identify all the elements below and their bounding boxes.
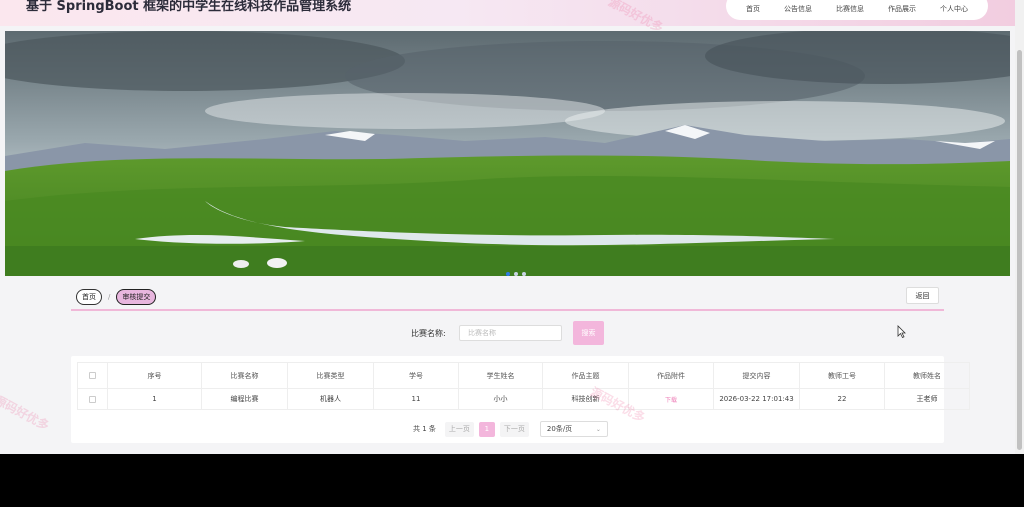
nav-home[interactable]: 首页 <box>746 0 760 14</box>
column-header: 比赛类型 <box>287 362 374 389</box>
next-page-button[interactable]: 下一页 <box>499 421 529 437</box>
chevron-down-icon: ⌄ <box>595 425 601 433</box>
submissions-table: 序号 比赛名称 比赛类型 学号 学生姓名 作品主题 作品附件 提交内容 教师工号… <box>77 362 970 410</box>
banner-carousel[interactable] <box>5 31 1010 276</box>
breadcrumb: 首页 / 审核提交 <box>76 289 157 305</box>
watermark: 源码好优多 <box>0 392 52 434</box>
column-header: 学生姓名 <box>458 362 543 389</box>
carousel-indicators <box>506 272 526 276</box>
nav-works[interactable]: 作品展示 <box>888 0 916 14</box>
header: 基于 SpringBoot 框架的中学生在线科技作品管理系统 首页 公告信息 比… <box>0 0 1015 26</box>
pagination: 共 1 条 上一页 1 下一页 20条/页 ⌄ <box>413 421 608 437</box>
table-cell: 2026-03-22 17:01:43 <box>713 388 800 410</box>
nav-competitions[interactable]: 比赛信息 <box>836 0 864 14</box>
carousel-dot-active[interactable] <box>506 272 510 276</box>
screen-bottom-area <box>0 454 1024 507</box>
search-input[interactable] <box>459 325 562 341</box>
page: 基于 SpringBoot 框架的中学生在线科技作品管理系统 首页 公告信息 比… <box>0 0 1015 454</box>
table-cell: 王老师 <box>884 388 970 410</box>
column-header: 学号 <box>373 362 459 389</box>
search-button[interactable]: 搜索 <box>573 321 604 345</box>
table-header-row: 序号 比赛名称 比赛类型 学号 学生姓名 作品主题 作品附件 提交内容 教师工号… <box>77 362 970 389</box>
column-header: 序号 <box>107 362 202 389</box>
nav-announcements[interactable]: 公告信息 <box>784 0 812 14</box>
page-size-select[interactable]: 20条/页 ⌄ <box>539 421 608 437</box>
column-header: 教师姓名 <box>884 362 970 389</box>
select-all-cell[interactable] <box>77 362 108 389</box>
back-button[interactable]: 返回 <box>906 287 939 304</box>
carousel-dot[interactable] <box>522 272 526 276</box>
mouse-cursor-icon <box>897 325 906 338</box>
scrollbar-thumb[interactable] <box>1017 50 1022 450</box>
breadcrumb-home[interactable]: 首页 <box>76 289 102 305</box>
breadcrumb-separator: / <box>108 293 111 301</box>
column-header: 教师工号 <box>799 362 885 389</box>
pagination-total: 共 1 条 <box>413 425 436 433</box>
page-size-value: 20条/页 <box>546 425 573 433</box>
divider <box>71 309 944 311</box>
breadcrumb-current: 审核提交 <box>116 289 157 305</box>
banner-landscape-image <box>5 31 1010 276</box>
nav-profile[interactable]: 个人中心 <box>940 0 968 14</box>
table-row: 1 编程比赛 机器人 11 小小 科技创新 下载 2026-03-22 17:0… <box>77 388 970 410</box>
site-title: 基于 SpringBoot 框架的中学生在线科技作品管理系统 <box>26 0 352 14</box>
table-cell: 小小 <box>458 388 543 410</box>
carousel-dot[interactable] <box>514 272 518 276</box>
download-link[interactable]: 下载 <box>665 397 677 404</box>
prev-page-button[interactable]: 上一页 <box>444 421 474 437</box>
column-header: 作品主题 <box>542 362 629 389</box>
row-checkbox[interactable] <box>89 395 96 403</box>
table-cell: 11 <box>373 388 459 410</box>
table-cell: 22 <box>799 388 885 410</box>
column-header: 作品附件 <box>628 362 714 389</box>
current-page-number[interactable]: 1 <box>478 421 495 437</box>
table-cell: 编程比赛 <box>201 388 288 410</box>
table-cell: 机器人 <box>287 388 374 410</box>
table-cell: 1 <box>107 388 202 410</box>
vertical-scrollbar[interactable] <box>1015 0 1024 454</box>
search-label: 比赛名称: <box>411 329 446 338</box>
select-all-checkbox[interactable] <box>89 372 96 379</box>
row-select-cell[interactable] <box>77 388 108 410</box>
column-header: 提交内容 <box>713 362 800 389</box>
column-header: 比赛名称 <box>201 362 288 389</box>
top-nav: 首页 公告信息 比赛信息 作品展示 个人中心 <box>726 0 988 20</box>
